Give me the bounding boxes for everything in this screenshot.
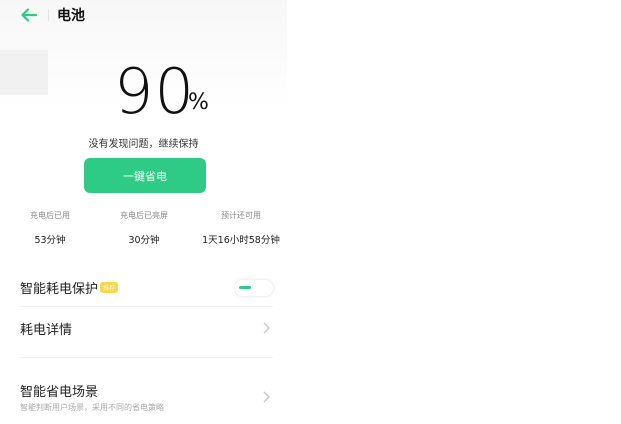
smart-protection-row[interactable]: 智能耗电保护 推荐 (20, 278, 119, 297)
smart-scene-row[interactable]: 智能省电场景 (20, 381, 98, 400)
stat-used-since-charge: 充电后已用 53分钟 (0, 210, 100, 246)
stat-remaining-time: 预计还可用 1天16小时58分钟 (191, 210, 291, 246)
title-divider (48, 9, 49, 21)
row-divider (20, 306, 273, 307)
back-arrow-icon[interactable] (20, 6, 38, 24)
one-tap-save-button[interactable]: 一键省电 (84, 158, 206, 193)
stat-value: 1天16小时58分钟 (202, 235, 280, 246)
left-shade-block (0, 50, 48, 95)
stat-value: 53分钟 (34, 235, 66, 246)
stat-label: 充电后已用 (30, 211, 70, 220)
stat-value: 30分钟 (128, 235, 160, 246)
battery-panel: 电池 90 % 没有发现问题，继续保持 一键省电 充电后已用 53分钟 充电后已… (0, 0, 287, 424)
battery-percent: 90 (114, 55, 195, 128)
stat-label: 预计还可用 (221, 211, 261, 220)
percent-unit: % (188, 90, 209, 115)
stat-screen-on-since-charge: 充电后已亮屏 30分钟 (94, 210, 194, 246)
status-text: 没有发现问题，继续保持 (88, 139, 199, 150)
chevron-right-icon[interactable] (261, 390, 271, 404)
consumption-details-row[interactable]: 耗电详情 (20, 319, 72, 338)
recommended-badge: 推荐 (100, 282, 119, 293)
toggle-indicator (239, 286, 251, 289)
smart-protection-label: 智能耗电保护 (20, 282, 99, 297)
smart-scene-subtitle: 智能判断用户场景，采用不同的省电策略 (20, 403, 164, 412)
smart-protection-toggle[interactable] (235, 280, 273, 296)
stat-label: 充电后已亮屏 (120, 211, 168, 220)
top-bar: 电池 (0, 0, 287, 30)
chevron-right-icon[interactable] (261, 321, 271, 335)
row-divider (20, 357, 273, 358)
page-title: 电池 (57, 8, 85, 24)
